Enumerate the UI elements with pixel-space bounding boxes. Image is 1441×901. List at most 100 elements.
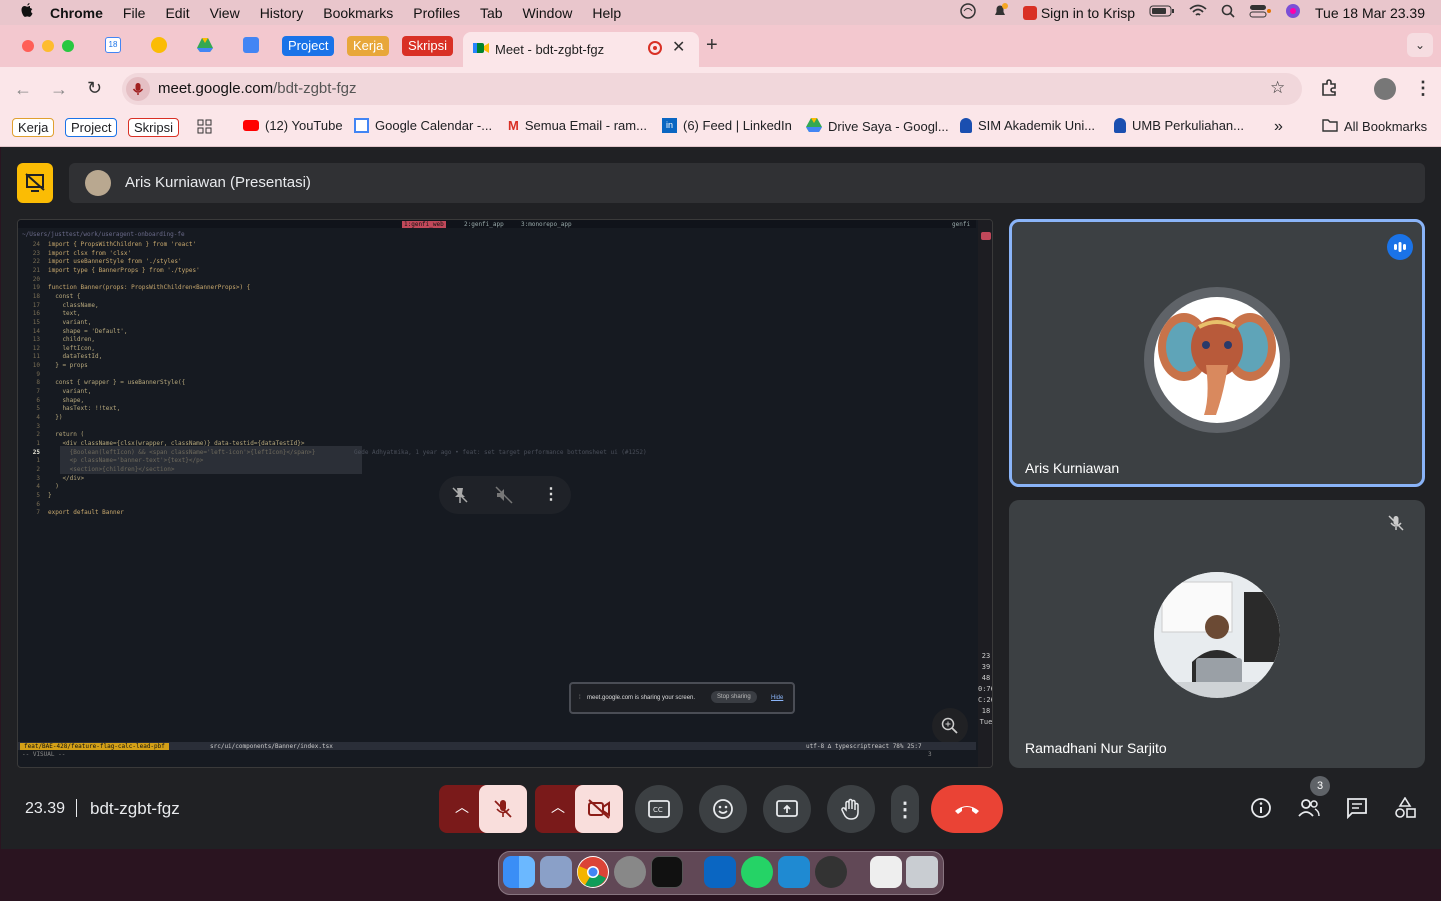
camera-toggle-button[interactable] — [575, 785, 623, 833]
menubar-clock[interactable]: Tue 18 Mar 23.39 — [1315, 5, 1425, 21]
menu-help[interactable]: Help — [592, 5, 621, 21]
menu-bookmarks[interactable]: Bookmarks — [323, 5, 393, 21]
zoom-in-button[interactable] — [932, 708, 968, 744]
video-options-chevron-icon[interactable]: ︿ — [547, 797, 569, 821]
side-number: 23 — [981, 652, 991, 660]
chrome-dock-icon[interactable] — [577, 856, 609, 888]
bookmark-group-project[interactable]: Project — [65, 118, 118, 137]
siri-icon[interactable] — [1285, 3, 1301, 22]
vscode-icon[interactable] — [704, 856, 736, 888]
spotlight-search-icon[interactable] — [1221, 4, 1235, 21]
battery-icon[interactable] — [1149, 4, 1175, 21]
menu-file[interactable]: File — [123, 5, 146, 21]
more-options-button[interactable]: ⋮ — [891, 785, 919, 833]
chrome-menu-icon[interactable]: ⋮ — [1414, 78, 1432, 99]
emoji-reaction-button[interactable] — [699, 785, 747, 833]
forward-arrow-icon[interactable]: → — [50, 79, 68, 100]
close-window-button[interactable] — [22, 40, 34, 52]
participant-tile-ramadhani[interactable]: Ramadhani Nur Sarjito — [1009, 500, 1425, 768]
html-file-icon[interactable] — [870, 856, 902, 888]
raise-hand-button[interactable] — [827, 785, 875, 833]
present-screen-button[interactable] — [763, 785, 811, 833]
volume-off-icon[interactable] — [495, 486, 513, 509]
hide-banner-link[interactable]: Hide — [771, 695, 783, 701]
system-settings-icon[interactable] — [614, 856, 646, 888]
tab-meet-active[interactable]: Meet - bdt-zgbt-fgz ✕ — [463, 32, 699, 67]
apple-icon[interactable] — [20, 3, 34, 22]
notification-bell-icon[interactable] — [991, 2, 1009, 23]
participant-tile-aris[interactable]: Aris Kurniawan — [1009, 219, 1425, 487]
all-bookmarks[interactable]: All Bookmarks — [1322, 118, 1427, 135]
menu-profiles[interactable]: Profiles — [413, 5, 460, 21]
elephant-avatar-image — [1154, 297, 1280, 423]
launchpad-icon[interactable] — [540, 856, 572, 888]
pin-off-icon[interactable] — [451, 486, 469, 509]
audio-options-chevron-icon[interactable]: ︿ — [451, 797, 473, 821]
tab-group-kerja[interactable]: Kerja — [347, 36, 390, 56]
back-arrow-icon[interactable]: ← — [14, 79, 32, 100]
tab-docs-icon[interactable] — [243, 37, 259, 53]
tab-group-project[interactable]: Project — [282, 36, 335, 56]
bookmark-drive[interactable]: Drive Saya - Googl... — [806, 118, 949, 135]
chat-icon[interactable] — [1345, 796, 1369, 820]
stop-sharing-button[interactable]: Stop sharing — [711, 691, 757, 703]
bookmark-youtube[interactable]: (12) YouTube — [243, 118, 343, 133]
trash-icon[interactable] — [906, 856, 938, 888]
terminal-icon[interactable] — [651, 856, 683, 888]
bookmarks-overflow-chevron-icon[interactable]: » — [1274, 118, 1283, 136]
tab-google-calendar[interactable]: 18 — [105, 37, 121, 53]
krisp-status[interactable]: Sign in to Krisp — [1022, 5, 1135, 21]
people-icon[interactable] — [1297, 796, 1321, 820]
tab-keep-icon[interactable] — [151, 37, 167, 53]
present-to-all-icon — [776, 800, 798, 817]
menu-window[interactable]: Window — [523, 5, 573, 21]
address-bar[interactable]: meet.google.com/bdt-zgbt-fgz ☆ — [122, 73, 1302, 105]
apps-grid-icon[interactable] — [197, 119, 213, 135]
new-tab-plus-icon[interactable]: + — [706, 34, 718, 57]
menu-app-chrome[interactable]: Chrome — [50, 5, 103, 21]
bookmark-star-icon[interactable]: ☆ — [1270, 78, 1285, 98]
finder-icon[interactable] — [503, 856, 535, 888]
site-mic-icon[interactable] — [126, 77, 150, 101]
code-line: import useBannerStyle from './styles' — [48, 258, 182, 266]
control-center-icon[interactable] — [1249, 4, 1271, 21]
menu-history[interactable]: History — [260, 5, 304, 21]
menu-edit[interactable]: Edit — [165, 5, 189, 21]
bookmark-linkedin[interactable]: in (6) Feed | LinkedIn — [662, 118, 792, 133]
vscode-insiders-icon[interactable] — [778, 856, 810, 888]
bookmark-group-skripsi[interactable]: Skripsi — [128, 118, 180, 137]
activities-icon[interactable] — [1393, 796, 1417, 820]
reload-icon[interactable]: ↻ — [87, 78, 102, 99]
stop-presenting-button[interactable] — [17, 163, 53, 203]
svg-text:CC: CC — [653, 806, 663, 814]
tab-search-chevron-icon[interactable]: ⌄ — [1407, 33, 1433, 57]
university-logo-icon — [1114, 118, 1126, 133]
meeting-details-info-icon[interactable] — [1249, 796, 1273, 820]
bookmark-umb[interactable]: UMB Perkuliahan... — [1114, 118, 1244, 133]
extensions-puzzle-icon[interactable] — [1320, 79, 1338, 102]
zoom-window-button[interactable] — [62, 40, 74, 52]
profile-avatar[interactable] — [1374, 78, 1396, 100]
leave-call-button[interactable] — [931, 785, 1003, 833]
drag-handle-icon[interactable]: ⁞ — [579, 695, 581, 701]
menu-tab[interactable]: Tab — [480, 5, 503, 21]
bookmark-gmail[interactable]: M Semua Email - ram... — [508, 118, 647, 133]
bookmark-google-calendar[interactable]: Google Calendar -... — [354, 118, 492, 133]
line-number: 4 — [36, 483, 40, 491]
tab-group-skripsi[interactable]: Skripsi — [402, 36, 454, 56]
bookmark-group-kerja[interactable]: Kerja — [12, 118, 55, 137]
wifi-icon[interactable] — [1189, 4, 1207, 21]
menu-view[interactable]: View — [210, 5, 240, 21]
side-number: C:26 — [978, 696, 992, 704]
loop-icon[interactable] — [959, 2, 977, 23]
more-options-icon[interactable]: ⋮ — [543, 484, 559, 504]
bookmark-sim-akademik[interactable]: SIM Akademik Uni... — [960, 118, 1095, 133]
minimize-window-button[interactable] — [42, 40, 54, 52]
line-number: 23 — [32, 249, 40, 257]
tab-close-icon[interactable]: ✕ — [672, 37, 685, 57]
tab-drive-icon[interactable] — [197, 37, 213, 53]
mic-toggle-button[interactable] — [479, 785, 527, 833]
captions-button[interactable]: CC — [635, 785, 683, 833]
obs-icon[interactable] — [815, 856, 847, 888]
whatsapp-icon[interactable] — [741, 856, 773, 888]
